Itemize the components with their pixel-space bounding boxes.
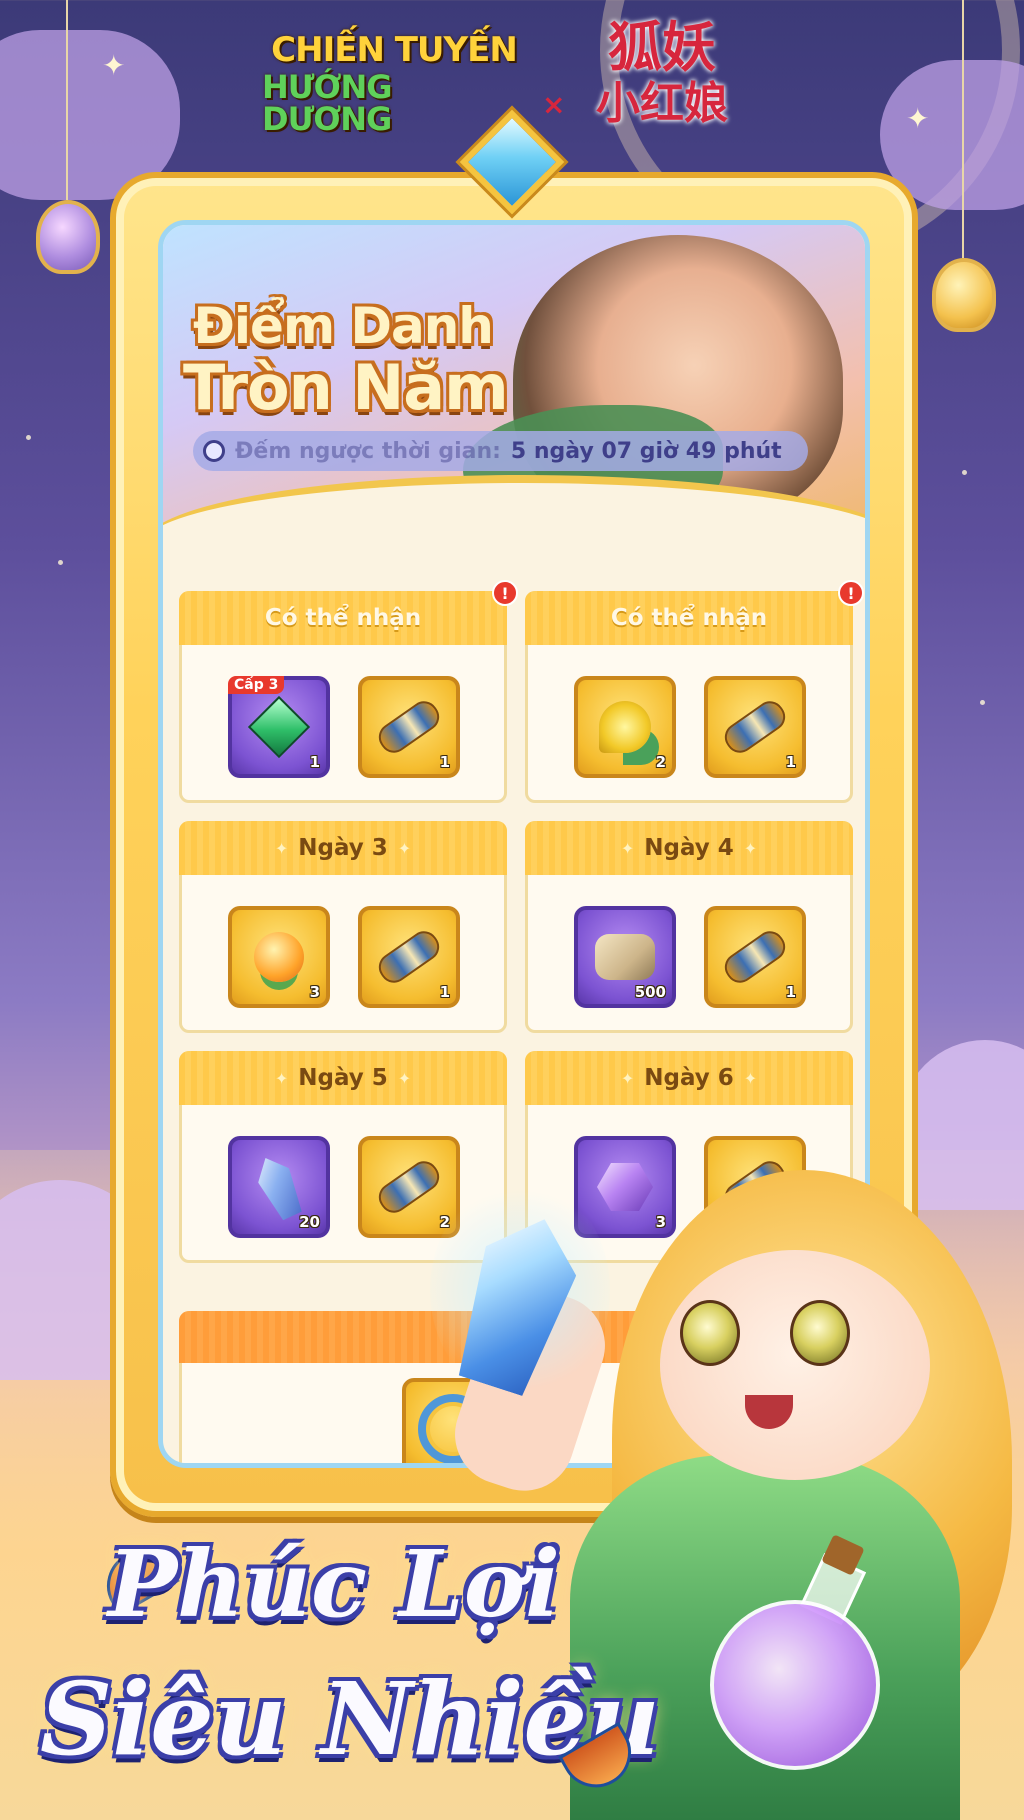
item-quantity: 1 (439, 753, 450, 771)
reward-card-day2[interactable]: Có thể nhận ! 2 1 (525, 580, 864, 803)
item-quantity: 1 (439, 983, 450, 1001)
lantern-decoration (36, 200, 100, 274)
reward-item[interactable]: 20 (228, 1136, 330, 1238)
clock-icon (203, 440, 225, 462)
sparkle-icon: ✦ (102, 49, 126, 82)
star-decoration (980, 700, 985, 705)
reward-item[interactable]: 1 (704, 906, 806, 1008)
scroll-icon (719, 695, 791, 759)
star-decoration (26, 435, 31, 440)
scroll-icon (373, 1155, 445, 1219)
item-quantity: 1 (785, 983, 796, 1001)
star-decoration (962, 470, 967, 475)
reward-card-day1[interactable]: Có thể nhận ! Cấp 3 1 1 (179, 580, 518, 803)
girl-eye (680, 1300, 740, 1366)
card-header-label: Ngày 3 (298, 835, 388, 861)
girl-eye (790, 1300, 850, 1366)
sparkle-icon: ✦ (274, 838, 289, 858)
star-decoration (58, 560, 63, 565)
sparkle-icon: ✦ (906, 102, 930, 135)
game-logo: CHIẾN TUYẾN HƯỚNG DƯƠNG (262, 33, 526, 135)
sparkle-icon: ✦ (274, 1068, 289, 1088)
scroll-icon (373, 695, 445, 759)
card-header-label: Ngày 4 (644, 835, 734, 861)
reward-item[interactable]: 1 (358, 906, 460, 1008)
potion-icon (254, 932, 304, 982)
reward-item[interactable]: 2 (574, 676, 676, 778)
card-header-label: Ngày 6 (644, 1065, 734, 1091)
game-logo-line1: CHIẾN TUYẾN (271, 30, 518, 70)
slogan-line1: Phúc Lợi (108, 1530, 561, 1638)
card-header: Có thể nhận (179, 591, 507, 645)
event-banner: Điểm Danh Tròn Năm Đếm ngược thời gian: … (163, 225, 865, 550)
item-quantity: 3 (309, 983, 320, 1001)
lantern-string (66, 0, 68, 200)
event-title-line1: Điểm Danh (193, 297, 494, 355)
sparkle-icon: ✦ (620, 1068, 635, 1088)
potion-flask-icon (710, 1600, 880, 1770)
lantern-string (962, 0, 964, 258)
item-level-badge: Cấp 3 (228, 676, 285, 694)
sparkle-icon: ✦ (397, 1068, 412, 1088)
countdown-value: 5 ngày 07 giờ 49 phút (510, 438, 782, 464)
girl-character-face (660, 1250, 930, 1480)
card-header: ✦ Ngày 6 ✦ (525, 1051, 853, 1105)
card-header-label: Có thể nhận (610, 605, 768, 631)
game-logo-line2: HƯỚNG DƯƠNG (262, 68, 393, 138)
item-quantity: 20 (299, 1213, 320, 1231)
reward-item[interactable]: 1 (358, 676, 460, 778)
lantern-decoration (932, 258, 996, 332)
purple-crystal-icon (597, 1163, 653, 1211)
reward-item[interactable]: 1 (704, 676, 806, 778)
card-header: ✦ Ngày 5 ✦ (179, 1051, 507, 1105)
card-header-label: Có thể nhận (264, 605, 422, 631)
scroll-icon (719, 925, 791, 989)
countdown-bar: Đếm ngược thời gian: 5 ngày 07 giờ 49 ph… (193, 431, 808, 471)
sparkle-icon: ✦ (743, 838, 758, 858)
reward-item[interactable]: 500 (574, 906, 676, 1008)
coin-pouch-icon (595, 934, 655, 980)
sparkle-icon: ✦ (743, 1068, 758, 1088)
reward-item[interactable]: 3 (228, 906, 330, 1008)
card-header: ✦ Ngày 3 ✦ (179, 821, 507, 875)
card-header: ✦ Ngày 4 ✦ (525, 821, 853, 875)
item-quantity: 500 (634, 983, 666, 1001)
dome-decoration (900, 1040, 1024, 1210)
item-quantity: 1 (309, 753, 320, 771)
event-title-line2: Tròn Năm (183, 351, 509, 424)
collab-x: × (542, 88, 566, 121)
sparkle-icon: ✦ (620, 838, 635, 858)
countdown-label: Đếm ngược thời gian: (235, 438, 501, 464)
reward-item[interactable]: Cấp 3 1 (228, 676, 330, 778)
scroll-icon (373, 925, 445, 989)
reward-card-day3[interactable]: ✦ Ngày 3 ✦ 3 1 (179, 821, 507, 1033)
reward-item[interactable]: 2 (358, 1136, 460, 1238)
partner-logo: 狐妖 小红娘 (572, 20, 752, 150)
emerald-gem-icon (247, 695, 311, 759)
reward-card-day4[interactable]: ✦ Ngày 4 ✦ 500 1 (525, 821, 853, 1033)
partner-logo-line1: 狐妖 (608, 15, 716, 79)
sunflower-icon (599, 701, 651, 753)
alert-icon: ! (838, 580, 864, 606)
card-header-label: Ngày 5 (298, 1065, 388, 1091)
item-quantity: 2 (655, 753, 666, 771)
partner-logo-line2: 小红娘 (596, 78, 728, 129)
item-quantity: 3 (655, 1213, 666, 1231)
item-quantity: 1 (785, 753, 796, 771)
sparkle-icon: ✦ (397, 838, 412, 858)
alert-icon: ! (492, 580, 518, 606)
card-header: Có thể nhận (525, 591, 853, 645)
